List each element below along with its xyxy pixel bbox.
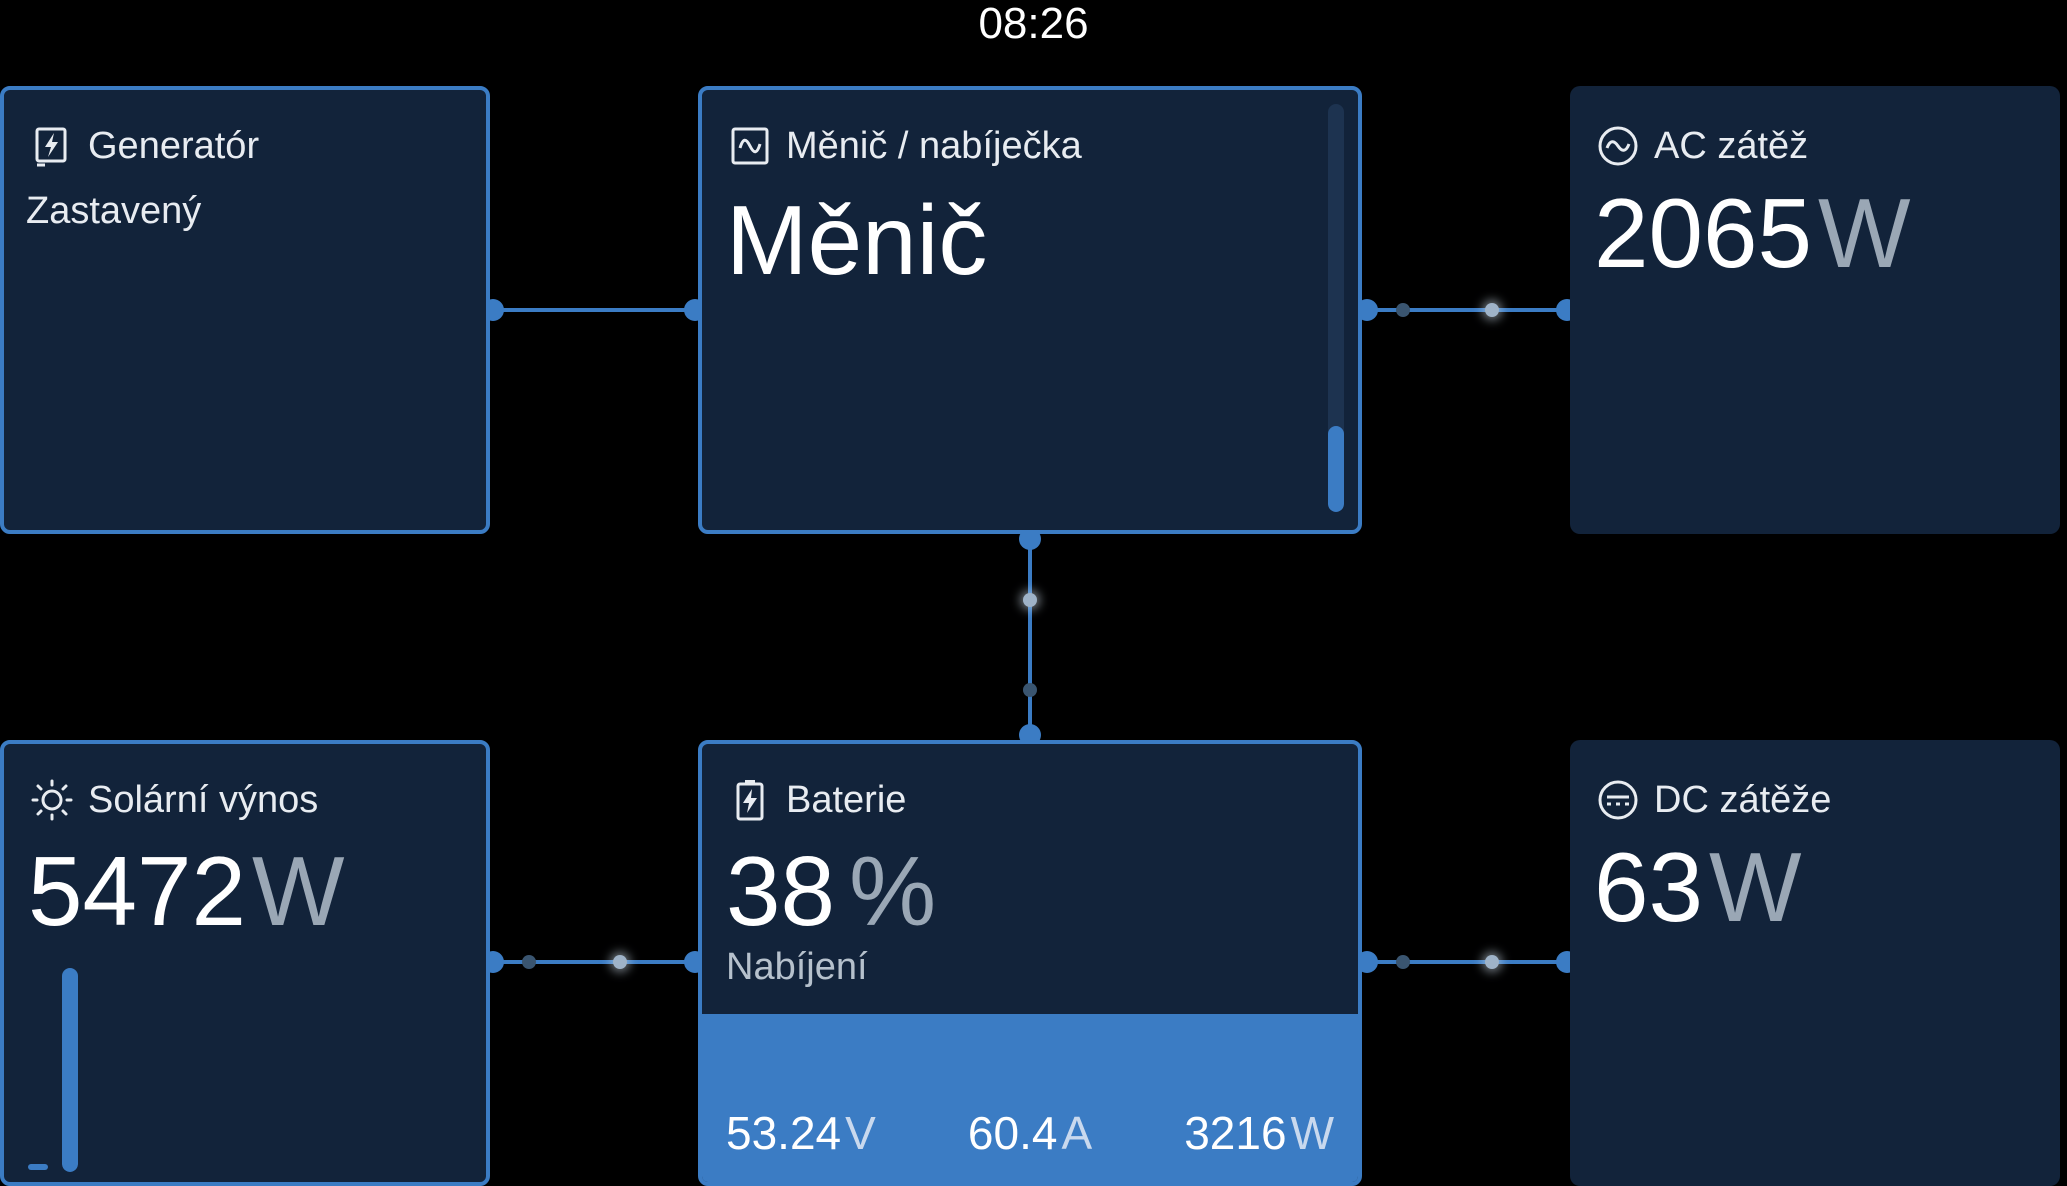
battery-voltage-value: 53.24: [726, 1107, 842, 1159]
ac-load-card[interactable]: AC zátěž 2065W: [1570, 86, 2060, 534]
battery-power: 3216W: [1184, 1106, 1334, 1160]
generator-header: Generatór: [30, 124, 259, 168]
solar-number: 5472: [28, 836, 247, 946]
battery-card[interactable]: Baterie 38% Nabíjení 53.24V 60.4A 3216W: [698, 740, 1362, 1186]
dc-load-value: 63W: [1594, 832, 1802, 942]
battery-power-unit: W: [1290, 1107, 1334, 1159]
battery-title: Baterie: [786, 778, 907, 821]
connector-generator-inverter: [488, 308, 698, 312]
battery-percent: 38: [726, 836, 836, 946]
dc-load-title: DC zátěže: [1654, 778, 1832, 821]
overview-screen: 08:26 Generatór Zastavený Měnič / nabíje…: [0, 0, 2067, 1186]
battery-state: Nabíjení: [726, 946, 868, 988]
flow-dot: [1023, 683, 1037, 697]
battery-current: 60.4A: [968, 1106, 1092, 1160]
solar-level-baseline: [28, 1164, 48, 1170]
solar-level-fill: [62, 968, 78, 1172]
flow-dot: [613, 955, 627, 969]
solar-unit: W: [252, 836, 345, 946]
ac-load-title: AC zátěž: [1654, 124, 1809, 167]
flow-dot: [1396, 955, 1410, 969]
inverter-header: Měnič / nabíječka: [728, 124, 1082, 168]
sun-icon: [30, 778, 74, 822]
battery-power-value: 3216: [1184, 1107, 1287, 1159]
ac-load-number: 2065: [1594, 178, 1813, 288]
solar-level-bar: [62, 964, 78, 1172]
connector-inverter-battery: [1028, 534, 1032, 744]
inverter-mode: Měnič: [726, 185, 988, 295]
generator-status: Zastavený: [26, 190, 202, 232]
flow-dot: [1023, 593, 1037, 607]
dc-load-number: 63: [1594, 832, 1704, 942]
connector-solar-battery: [488, 960, 698, 964]
inverter-icon: [728, 124, 772, 168]
inverter-level-bar: [1328, 104, 1344, 512]
solar-header: Solární výnos: [30, 778, 318, 822]
flow-dot: [1485, 303, 1499, 317]
dc-load-header: DC zátěže: [1596, 778, 1831, 822]
flow-dot: [1396, 303, 1410, 317]
battery-current-value: 60.4: [967, 1107, 1058, 1159]
connector-battery-dcload: [1360, 960, 1570, 964]
generator-title: Generatór: [88, 124, 260, 167]
dc-load-card[interactable]: DC zátěže 63W: [1570, 740, 2060, 1186]
dc-load-unit: W: [1709, 832, 1802, 942]
solar-card[interactable]: Solární výnos 5472W: [0, 740, 490, 1186]
inverter-card[interactable]: Měnič / nabíječka Měnič: [698, 86, 1362, 534]
battery-voltage-unit: V: [845, 1107, 876, 1159]
battery-soc: 38%: [726, 836, 936, 946]
ac-load-header: AC zátěž: [1596, 124, 1808, 168]
ac-load-value: 2065W: [1594, 178, 1911, 288]
battery-header: Baterie: [728, 778, 906, 822]
ac-load-unit: W: [1818, 178, 1911, 288]
dc-load-icon: [1596, 778, 1640, 822]
battery-charging-icon: [728, 778, 772, 822]
ac-sine-icon: [1596, 124, 1640, 168]
battery-voltage: 53.24V: [726, 1106, 876, 1160]
inverter-title: Měnič / nabíječka: [786, 124, 1082, 167]
solar-title: Solární výnos: [88, 778, 319, 821]
inverter-level-fill: [1328, 426, 1344, 512]
battery-percent-unit: %: [849, 836, 937, 946]
battery-stats-bar: 53.24V 60.4A 3216W: [702, 1014, 1358, 1182]
generator-card[interactable]: Generatór Zastavený: [0, 86, 490, 534]
status-bar-clock: 08:26: [978, 0, 1089, 48]
flow-dot: [1485, 955, 1499, 969]
flow-dot: [522, 955, 536, 969]
solar-value: 5472W: [28, 836, 345, 946]
connector-inverter-acload: [1360, 308, 1570, 312]
battery-current-unit: A: [1061, 1107, 1093, 1159]
generator-icon: [30, 124, 74, 168]
